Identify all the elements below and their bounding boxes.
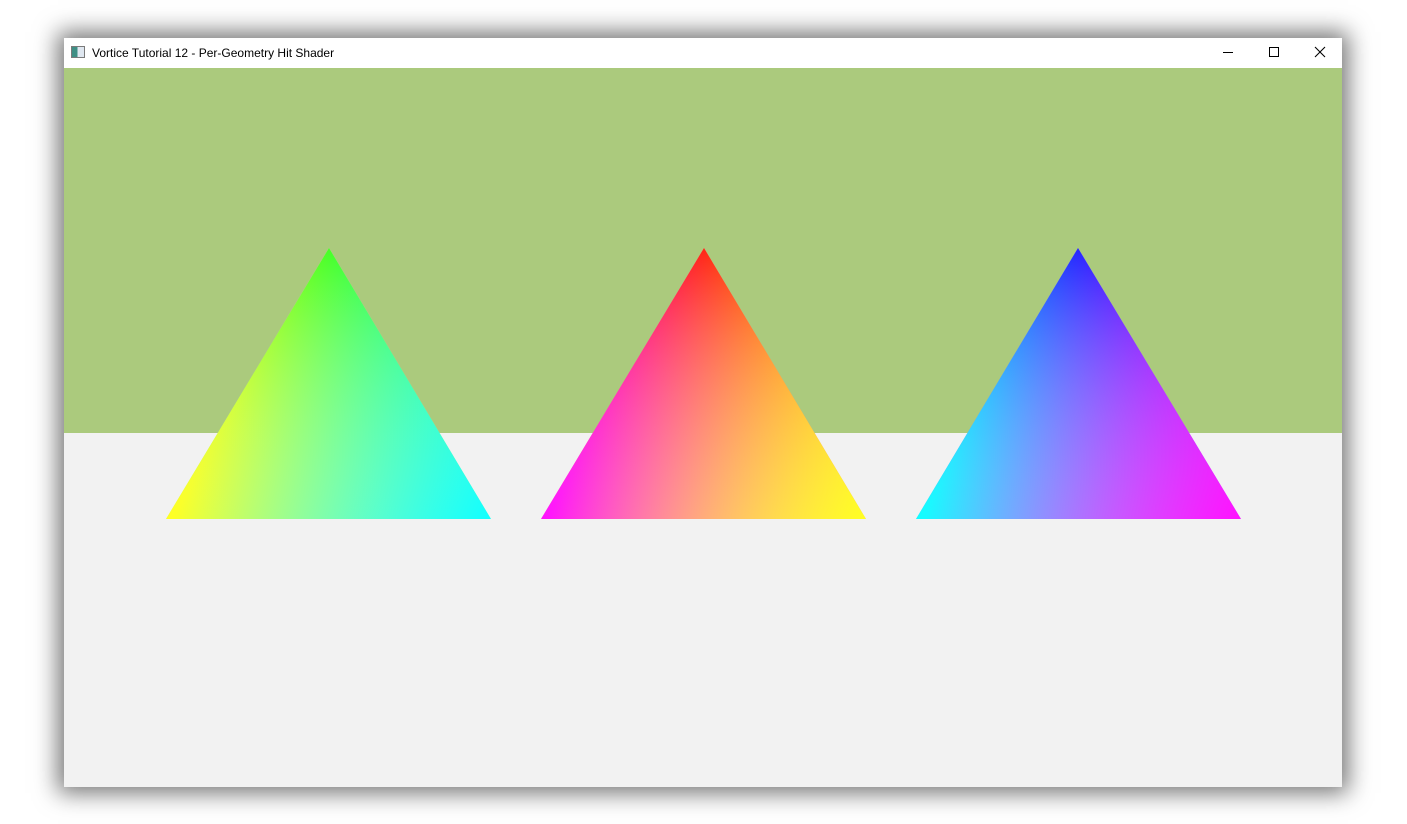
- title-bar[interactable]: Vortice Tutorial 12 - Per-Geometry Hit S…: [64, 38, 1342, 68]
- close-icon: [1314, 46, 1326, 58]
- minimize-icon: [1223, 52, 1233, 53]
- close-button[interactable]: [1297, 38, 1342, 68]
- application-window-icon[interactable]: [71, 46, 85, 58]
- maximize-button[interactable]: [1251, 38, 1297, 68]
- app-window: Vortice Tutorial 12 - Per-Geometry Hit S…: [64, 38, 1342, 787]
- minimize-button[interactable]: [1205, 38, 1251, 68]
- render-viewport[interactable]: [64, 68, 1342, 787]
- window-title: Vortice Tutorial 12 - Per-Geometry Hit S…: [92, 46, 335, 60]
- maximize-icon: [1269, 47, 1279, 57]
